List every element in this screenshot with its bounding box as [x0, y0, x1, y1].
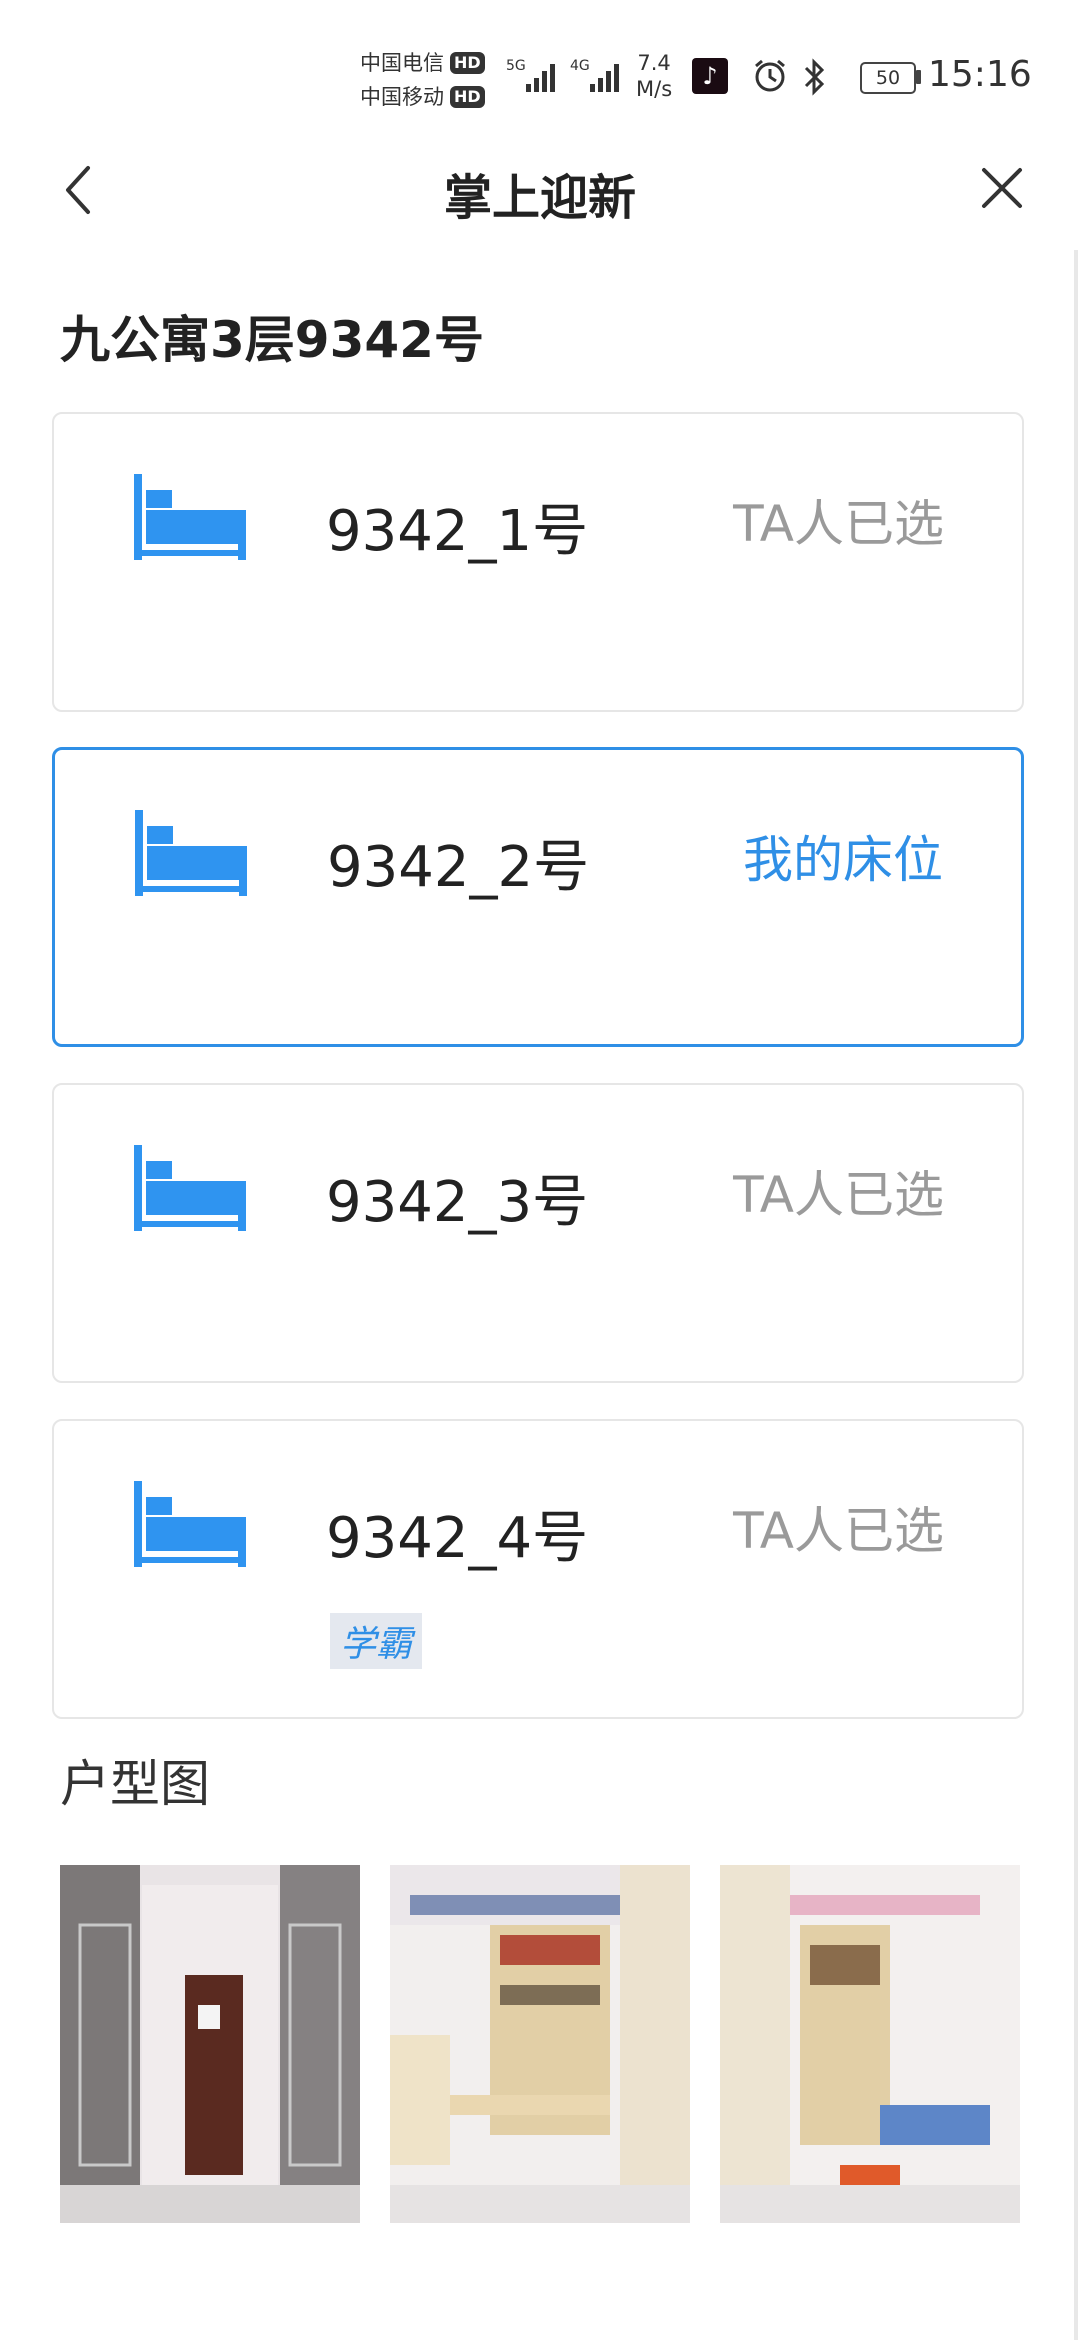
bed-number: 9342_2号: [327, 835, 590, 900]
speed-value: 7.4: [637, 51, 671, 75]
carrier-2: 中国移动: [360, 85, 444, 109]
bed-icon: [135, 810, 247, 896]
battery-tip: [916, 70, 921, 84]
scrollbar[interactable]: [1074, 250, 1078, 2340]
hd-badge: HD: [450, 86, 485, 108]
bed-icon: [134, 1145, 246, 1231]
carrier-info: 中国电信 HD 中国移动 HD: [360, 46, 485, 114]
bed-card-1[interactable]: 9342_1号 TA人已选: [52, 412, 1024, 712]
status-bar: 中国电信 HD 中国移动 HD 5G 4G 7.4 M/s ♪ 50 15:16: [0, 0, 1080, 140]
bed-icon: [134, 474, 246, 560]
signal-4g-icon: 4G: [570, 58, 619, 92]
bed-card-2[interactable]: 9342_2号 我的床位: [52, 747, 1024, 1047]
dorm-desk-shelf-photo[interactable]: [390, 1865, 690, 2223]
bed-number: 9342_4号: [326, 1506, 589, 1571]
battery-indicator: 50: [860, 62, 916, 94]
alarm-icon: [755, 59, 785, 92]
room-title: 九公寓3层9342号: [60, 311, 484, 369]
bed-card-3[interactable]: 9342_3号 TA人已选: [52, 1083, 1024, 1383]
bluetooth-icon: [804, 58, 825, 96]
bed-status: TA人已选: [733, 495, 944, 553]
floor-plan-title: 户型图: [60, 1755, 210, 1813]
carrier-1: 中国电信: [360, 51, 444, 75]
bed-card-4[interactable]: 9342_4号 TA人已选 学霸: [52, 1419, 1024, 1719]
roommate-tag: 学霸: [330, 1613, 423, 1669]
dorm-door-view-photo[interactable]: [60, 1865, 360, 2223]
net-4g-label: 4G: [570, 58, 590, 74]
signal-5g-icon: 5G: [506, 58, 555, 92]
speed-unit: M/s: [636, 77, 673, 101]
page-title: 掌上迎新: [443, 170, 636, 226]
bed-number: 9342_3号: [326, 1170, 589, 1235]
network-speed: 7.4 M/s: [636, 50, 672, 102]
dorm-bunk-desk-photo[interactable]: [720, 1865, 1020, 2223]
my-bed-label: 我的床位: [743, 831, 943, 889]
clock: 15:16: [928, 54, 1032, 95]
tiktok-icon: ♪: [692, 58, 728, 94]
bed-status: TA人已选: [733, 1166, 944, 1224]
close-icon[interactable]: [980, 166, 1024, 210]
bed-number: 9342_1号: [326, 499, 589, 564]
bed-icon: [134, 1481, 246, 1567]
bed-status: TA人已选: [733, 1502, 944, 1560]
net-5g-label: 5G: [506, 58, 526, 74]
hd-badge: HD: [450, 52, 485, 74]
